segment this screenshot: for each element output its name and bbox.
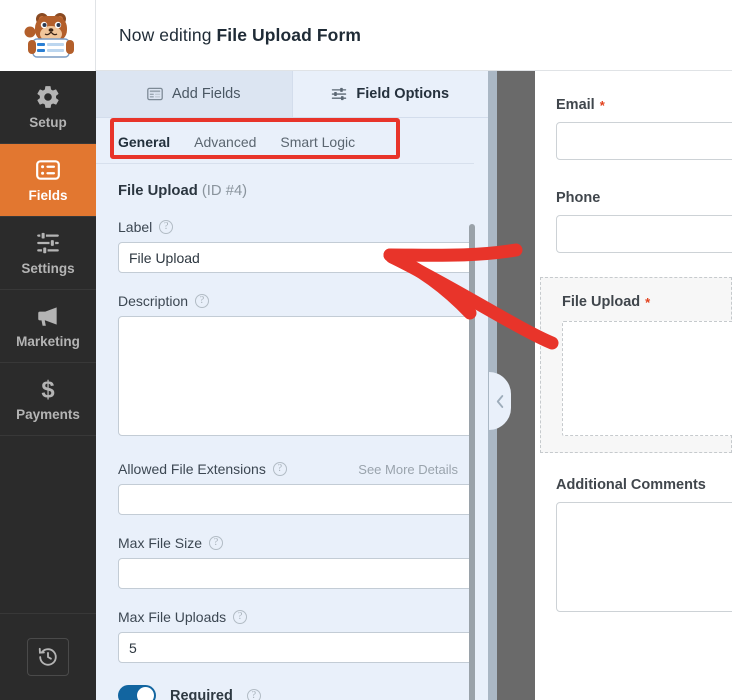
add-fields-icon <box>147 87 163 101</box>
subtab-smart-logic[interactable]: Smart Logic <box>280 134 355 150</box>
form-preview: Email * Phone File Upload * Additional C… <box>535 71 732 700</box>
form-builder-app: Now editing File Upload Form Setup Field… <box>0 0 732 700</box>
main-sidebar: Setup Fields Settings Marketing $ Paymen… <box>0 71 96 700</box>
preview-input-phone[interactable] <box>556 215 732 253</box>
preview-file-dropzone[interactable] <box>562 321 732 436</box>
preview-label-file-upload-text: File Upload <box>562 294 641 310</box>
label-option-text: Label <box>118 219 153 235</box>
tab-add-fields-label: Add Fields <box>171 86 241 102</box>
field-options-panel: Add Fields Field Options General Advance… <box>96 71 488 700</box>
sidebar-item-settings[interactable]: Settings <box>0 217 96 290</box>
preview-input-email[interactable] <box>556 122 732 160</box>
preview-label-email-text: Email <box>556 97 595 113</box>
help-question-icon[interactable]: ? <box>272 462 287 476</box>
header-prefix: Now editing <box>119 24 212 45</box>
max-file-uploads-input[interactable] <box>118 632 475 663</box>
tab-field-options-label: Field Options <box>356 86 450 102</box>
allowed-extensions-option-row: Allowed File Extensions ? See More Detai… <box>118 461 458 477</box>
preview-label-additional-comments: Additional Comments <box>556 477 732 493</box>
panel-scrollbar-thumb[interactable] <box>469 224 475 700</box>
preview-label-phone-text: Phone <box>556 190 601 206</box>
allowed-extensions-input[interactable] <box>118 484 475 515</box>
subtab-advanced[interactable]: Advanced <box>194 134 256 150</box>
max-file-uploads-option-text: Max File Uploads <box>118 609 227 625</box>
sidebar-item-fields[interactable]: Fields <box>0 144 96 217</box>
help-question-icon[interactable]: ? <box>159 220 174 234</box>
preview-label-file-upload: File Upload * <box>562 294 731 310</box>
sidebar-item-label-fields: Fields <box>28 188 68 203</box>
preview-label-additional-comments-text: Additional Comments <box>556 477 706 493</box>
sidebar-item-label-setup: Setup <box>29 115 67 130</box>
description-option-row: Description ? <box>118 293 458 309</box>
options-scroll-area: File Upload (ID #4) Label ? Description … <box>96 164 488 700</box>
max-file-uploads-option-row: Max File Uploads ? <box>118 609 458 625</box>
list-fields-icon <box>36 160 60 180</box>
wpforms-logo <box>0 0 96 71</box>
sidebar-item-label-marketing: Marketing <box>16 334 80 349</box>
see-more-details-link[interactable]: See More Details <box>358 462 458 477</box>
chevron-left-icon <box>496 394 503 408</box>
description-option-text: Description <box>118 293 189 309</box>
sidebar-footer <box>0 613 96 700</box>
gear-icon <box>37 86 59 108</box>
dollar-sign-icon: $ <box>41 377 54 402</box>
sidebar-item-setup[interactable]: Setup <box>0 71 96 144</box>
megaphone-icon <box>38 307 57 326</box>
toggle-knob <box>137 687 154 700</box>
max-file-size-input[interactable] <box>118 558 475 589</box>
sidebar-item-marketing[interactable]: Marketing <box>0 290 96 363</box>
subtab-general[interactable]: General <box>118 134 170 150</box>
preview-field-file-upload[interactable]: File Upload * <box>540 277 732 453</box>
history-revisions-icon <box>38 647 57 666</box>
revisions-button[interactable] <box>27 638 69 676</box>
field-heading-name: File Upload <box>118 183 198 199</box>
preview-field-additional-comments[interactable]: Additional Comments <box>535 453 732 612</box>
preview-label-phone: Phone <box>556 190 732 206</box>
label-option-row: Label ? <box>118 219 458 235</box>
panel-body: General Advanced Smart Logic File Upload… <box>96 119 488 700</box>
sliders-icon <box>37 231 59 255</box>
preview-field-phone[interactable]: Phone <box>535 160 732 253</box>
preview-field-email[interactable]: Email * <box>535 71 732 160</box>
allowed-extensions-option-text: Allowed File Extensions <box>118 461 266 477</box>
help-question-icon[interactable]: ? <box>195 294 210 308</box>
header-form-name: File Upload Form <box>216 24 362 45</box>
preview-textarea-additional-comments[interactable] <box>556 502 732 612</box>
label-input[interactable] <box>118 242 475 273</box>
panel-tabbar: Add Fields Field Options <box>96 71 488 118</box>
sidebar-item-payments[interactable]: $ Payments <box>0 363 96 436</box>
required-toggle-row: Required ? <box>118 685 458 700</box>
field-heading: File Upload (ID #4) <box>118 164 458 199</box>
required-toggle[interactable] <box>118 685 156 700</box>
option-subtabs: General Advanced Smart Logic <box>96 119 474 164</box>
required-star-icon: * <box>599 97 605 113</box>
description-textarea[interactable] <box>118 316 475 436</box>
preview-label-email: Email * <box>556 97 732 113</box>
max-file-size-option-row: Max File Size ? <box>118 535 458 551</box>
help-question-icon[interactable]: ? <box>233 610 248 624</box>
page-title: Now editing File Upload Form <box>96 25 361 46</box>
required-star-icon: * <box>645 294 651 310</box>
max-file-size-option-text: Max File Size <box>118 535 203 551</box>
svg-text:$: $ <box>41 377 54 402</box>
help-question-icon[interactable]: ? <box>209 536 224 550</box>
field-options-sliders-icon <box>332 87 347 101</box>
sidebar-item-label-settings: Settings <box>21 261 75 276</box>
sidebar-item-label-payments: Payments <box>16 407 80 422</box>
wpforms-bear-mascot-logo-icon <box>24 13 74 58</box>
app-header: Now editing File Upload Form <box>0 0 732 71</box>
help-question-icon[interactable]: ? <box>246 688 261 700</box>
tab-field-options[interactable]: Field Options <box>292 71 488 117</box>
field-heading-id: (ID #4) <box>201 183 248 199</box>
required-toggle-label: Required <box>170 687 233 700</box>
tab-add-fields[interactable]: Add Fields <box>96 71 293 117</box>
